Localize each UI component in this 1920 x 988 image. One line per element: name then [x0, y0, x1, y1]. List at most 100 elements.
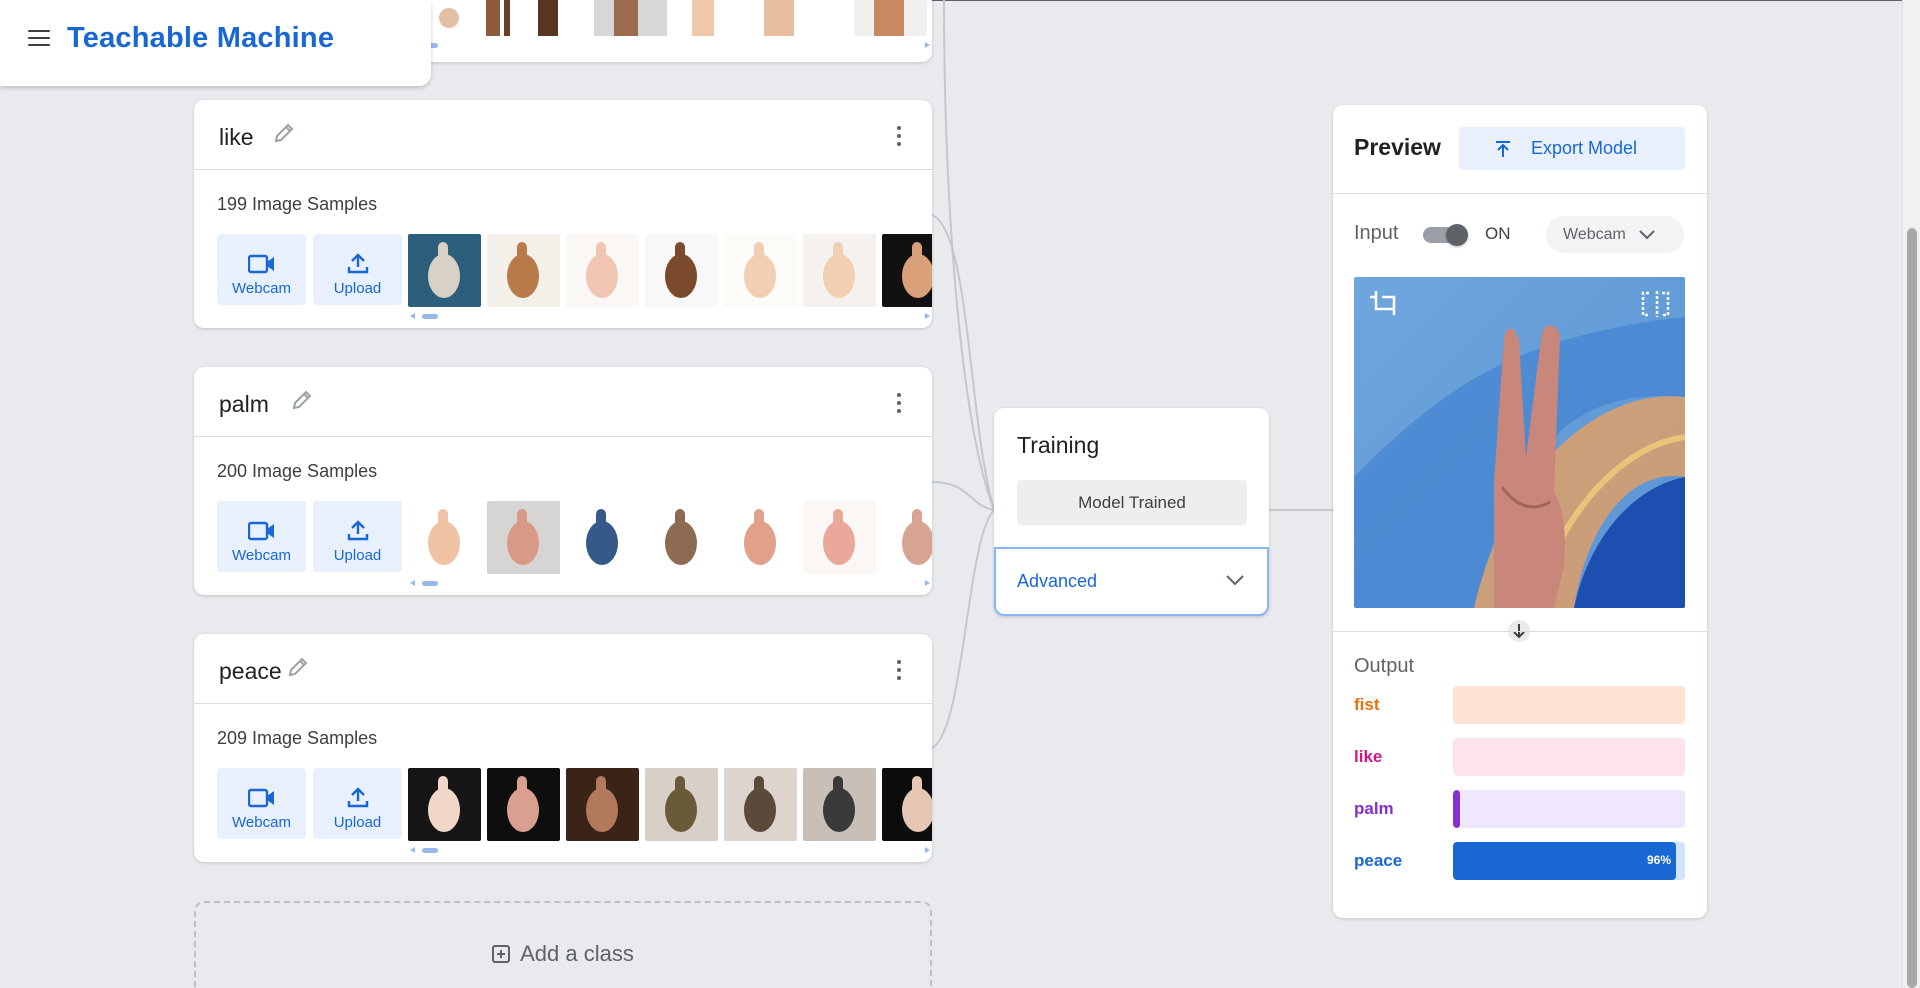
- confidence-percent: 96%: [1646, 853, 1671, 867]
- upload-icon: [347, 520, 368, 541]
- confidence-bar: 96%: [1453, 842, 1685, 880]
- sample-count: 209 Image Samples: [217, 728, 378, 748]
- input-source-select[interactable]: Webcam: [1546, 216, 1684, 253]
- class-name[interactable]: palm: [219, 391, 269, 418]
- app-title[interactable]: Teachable Machine: [67, 22, 334, 55]
- class-name[interactable]: like: [219, 124, 254, 151]
- upload-arrow-icon: [1496, 140, 1510, 157]
- sample-thumbnail[interactable]: [408, 768, 481, 841]
- advanced-label: Advanced: [1017, 571, 1098, 591]
- sample-thumbnail[interactable]: [724, 768, 797, 841]
- confidence-fill: [1453, 842, 1676, 880]
- video-camera-icon: [247, 788, 274, 808]
- webcam-button-label: Webcam: [232, 547, 291, 564]
- sample-count: 199 Image Samples: [217, 194, 378, 214]
- output-row-like: like: [1354, 738, 1685, 776]
- sample-thumbnail[interactable]: [408, 234, 481, 307]
- export-model-button[interactable]: Export Model: [1459, 127, 1685, 170]
- output-class-name: fist: [1354, 695, 1380, 714]
- upload-button-label: Upload: [333, 280, 382, 297]
- class-name[interactable]: peace: [219, 658, 282, 685]
- more-options-icon[interactable]: [896, 126, 902, 148]
- sample-thumbnail[interactable]: [724, 234, 797, 307]
- sample-thumbnail[interactable]: [803, 768, 876, 841]
- confidence-fill: [1453, 790, 1460, 828]
- sample-thumbnail[interactable]: [566, 234, 639, 307]
- video-camera-icon: [247, 521, 274, 541]
- sample-thumbnails: [408, 501, 932, 575]
- add-box-icon: [492, 945, 511, 963]
- sample-thumbnail[interactable]: [724, 501, 797, 574]
- output-row-palm: palm: [1354, 790, 1685, 828]
- sample-thumbnail[interactable]: [645, 768, 718, 841]
- output-class-name: peace: [1354, 851, 1403, 870]
- video-camera-icon: [247, 254, 274, 274]
- advanced-toggle[interactable]: Advanced: [994, 547, 1269, 616]
- input-toggle[interactable]: [1423, 223, 1468, 246]
- more-options-icon[interactable]: [896, 660, 902, 682]
- output-label: Output: [1354, 655, 1415, 677]
- sample-thumbnail[interactable]: [803, 501, 876, 574]
- confidence-bar: [1453, 686, 1685, 724]
- class-card-like: like 199 Image Samples Webcam Upload: [194, 100, 932, 328]
- sample-count: 200 Image Samples: [217, 461, 378, 481]
- add-class-button[interactable]: Add a class: [194, 901, 932, 988]
- sample-thumbnails: [434, 0, 932, 36]
- webcam-feed: [1354, 277, 1685, 608]
- preview-title: Preview: [1354, 134, 1441, 160]
- app-header: Teachable Machine: [0, 0, 431, 86]
- output-class-name: palm: [1354, 799, 1394, 818]
- class-card-header: palm: [194, 367, 932, 437]
- upload-icon: [347, 253, 368, 274]
- sample-thumbnail[interactable]: [408, 501, 481, 574]
- output-row-peace: peace 96%: [1354, 842, 1685, 880]
- upload-button-label: Upload: [333, 814, 382, 831]
- class-card-header: peace: [194, 634, 932, 704]
- class-card-header: like: [194, 100, 932, 170]
- edit-pencil-icon[interactable]: [271, 120, 297, 146]
- webcam-button-label: Webcam: [232, 814, 291, 831]
- output-class-name: like: [1354, 747, 1383, 766]
- chevron-down-icon: [1226, 575, 1244, 586]
- upload-button[interactable]: Upload: [313, 501, 402, 572]
- sample-thumbnail[interactable]: [803, 234, 876, 307]
- sample-thumbnail[interactable]: [487, 234, 560, 307]
- hamburger-menu-icon[interactable]: [28, 30, 50, 48]
- webcam-button[interactable]: Webcam: [217, 501, 306, 572]
- thumbnail-scrollbar[interactable]: [410, 580, 930, 586]
- sample-thumbnail[interactable]: [645, 501, 718, 574]
- divider: [1333, 193, 1707, 194]
- sample-thumbnail[interactable]: [882, 768, 932, 841]
- sample-thumbnail[interactable]: [566, 768, 639, 841]
- sample-thumbnail[interactable]: [487, 768, 560, 841]
- sample-thumbnails: [408, 768, 932, 842]
- training-panel: Training Model Trained Advanced: [994, 408, 1269, 616]
- train-model-button[interactable]: Model Trained: [1017, 480, 1247, 525]
- edit-pencil-icon[interactable]: [285, 654, 311, 680]
- thumbnail-scrollbar[interactable]: [410, 42, 930, 48]
- toggle-state-label: ON: [1485, 224, 1511, 243]
- thumbnail-scrollbar[interactable]: [410, 847, 930, 853]
- upload-button[interactable]: Upload: [313, 768, 402, 839]
- divider: [1333, 631, 1707, 632]
- thumbnail-scrollbar[interactable]: [410, 313, 930, 319]
- webcam-button[interactable]: Webcam: [217, 234, 306, 305]
- output-row-fist: fist: [1354, 686, 1685, 724]
- add-class-label: Add a class: [520, 941, 634, 966]
- chevron-down-icon: [1639, 229, 1655, 239]
- sample-thumbnail[interactable]: [882, 234, 932, 307]
- more-options-icon[interactable]: [896, 393, 902, 415]
- page-scrollbar[interactable]: [1902, 0, 1920, 988]
- edit-pencil-icon[interactable]: [289, 387, 315, 413]
- sample-thumbnail[interactable]: [487, 501, 560, 574]
- class-card-palm: palm 200 Image Samples Webcam Upload: [194, 367, 932, 595]
- webcam-button[interactable]: Webcam: [217, 768, 306, 839]
- input-source-value: Webcam: [1563, 225, 1626, 243]
- upload-button[interactable]: Upload: [313, 234, 402, 305]
- sample-thumbnail[interactable]: [645, 234, 718, 307]
- confidence-bar: [1453, 790, 1685, 828]
- confidence-bar: [1453, 738, 1685, 776]
- sample-thumbnail[interactable]: [566, 501, 639, 574]
- sample-thumbnail[interactable]: [882, 501, 932, 574]
- training-title: Training: [1017, 432, 1100, 458]
